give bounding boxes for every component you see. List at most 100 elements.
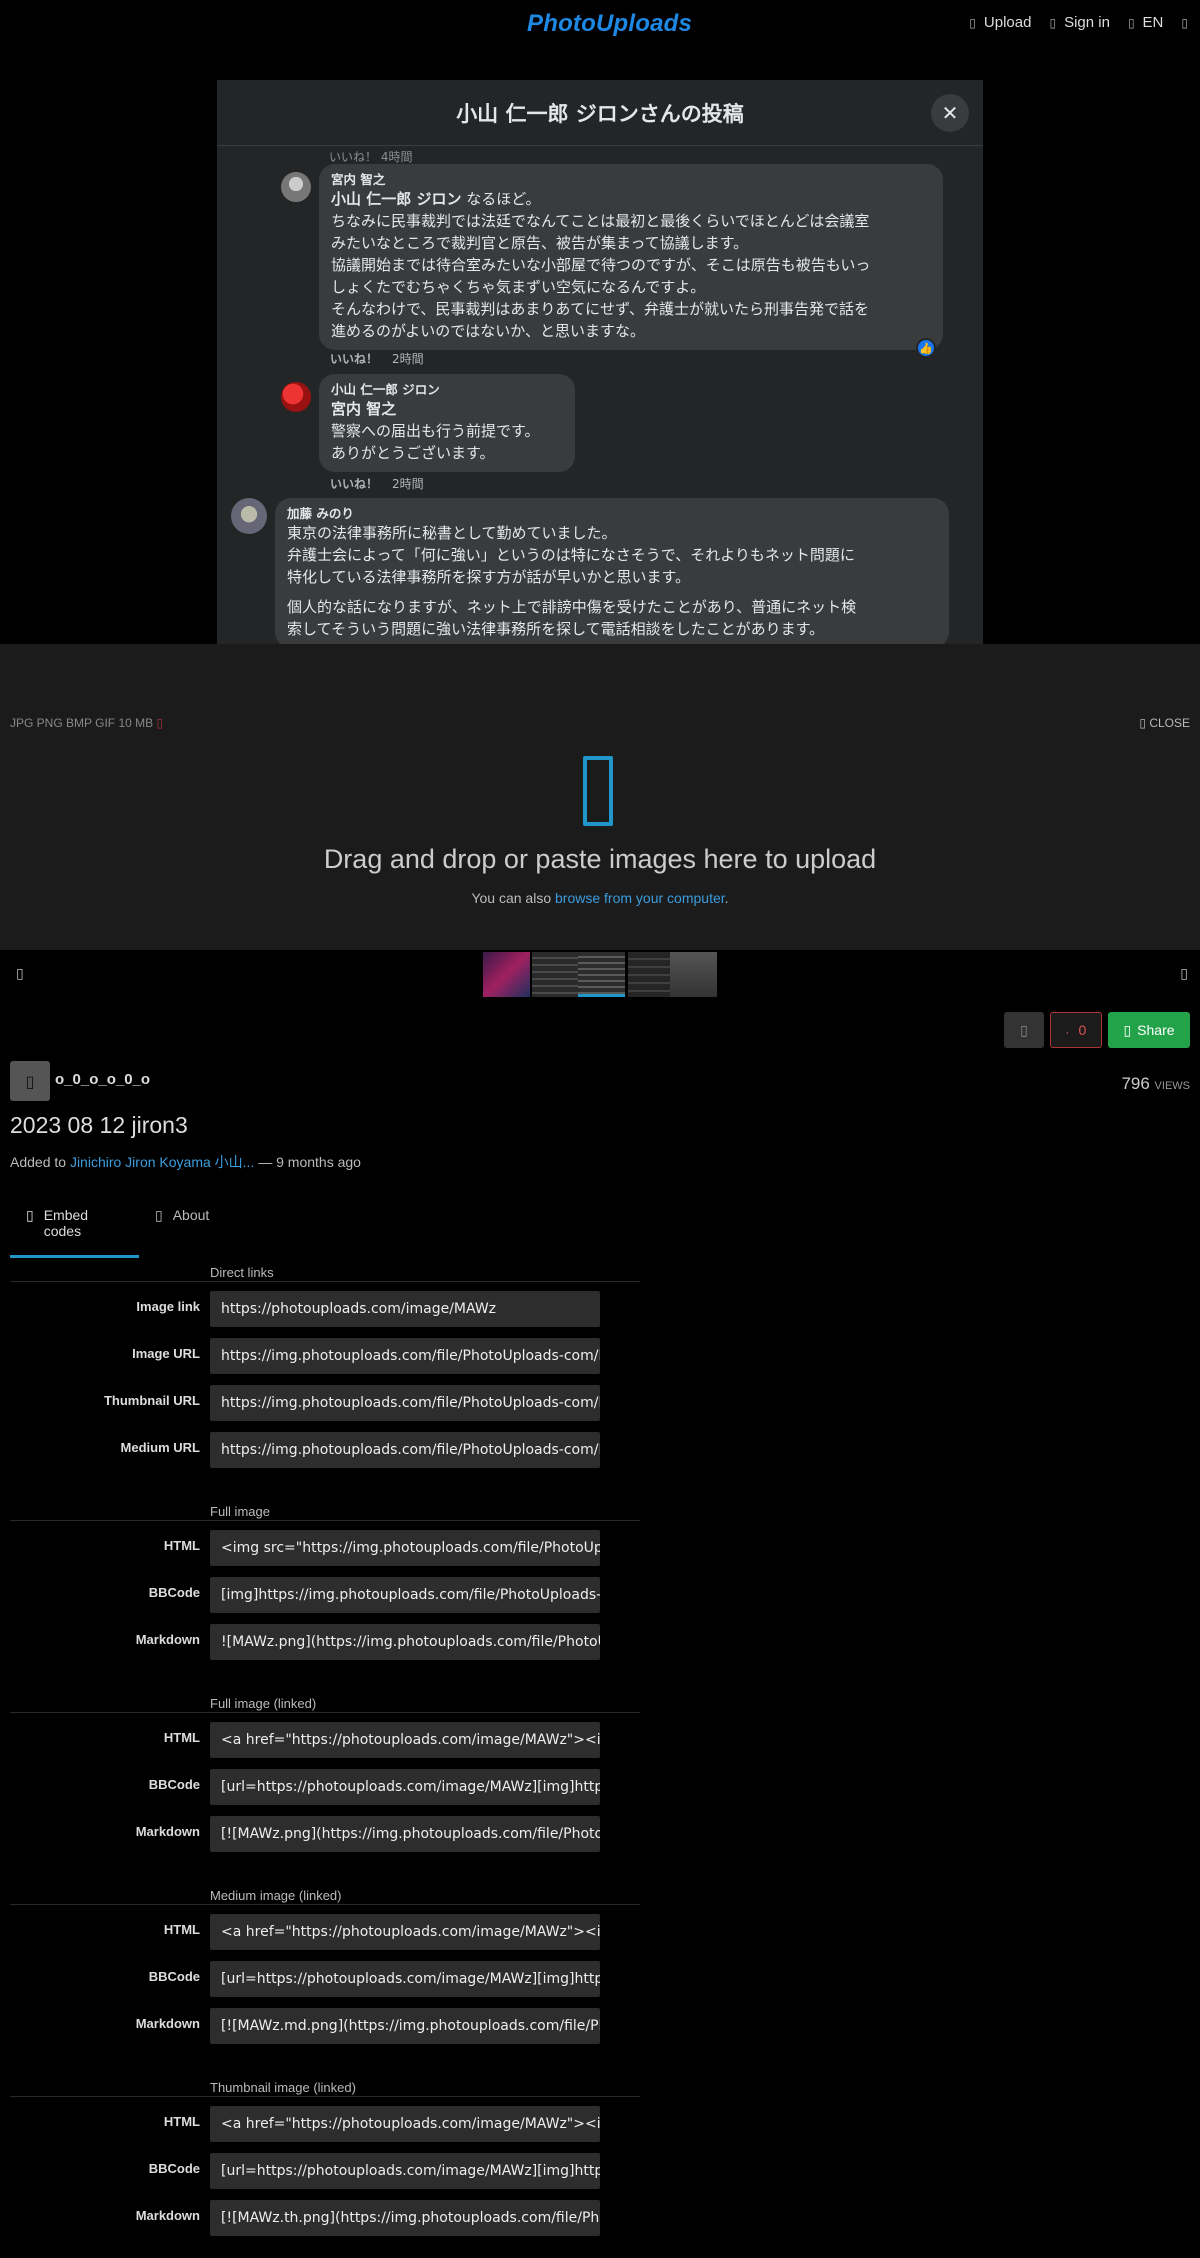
upload-cloud-icon — [583, 756, 613, 826]
thumbnail[interactable] — [670, 952, 717, 997]
post-title: 小山 仁一郎 ジロンさんの投稿 — [456, 101, 744, 126]
download-button[interactable]: ▯ — [1004, 1012, 1044, 1048]
section-title: Full image (linked) — [210, 1696, 317, 1711]
upload-link[interactable]: ▯ Upload — [969, 14, 1031, 31]
html-code-field[interactable]: <a href="https://photouploads.com/image/… — [210, 1914, 600, 1950]
post-header: 小山 仁一郎 ジロンさんの投稿 ✕ — [217, 80, 983, 146]
thumbs-up-icon: 👍 — [916, 338, 936, 358]
comment-bubble: 宮内 智之 小山 仁一郎 ジロン なるほど。 ちなみに民事裁判では法廷でなんてこ… — [319, 164, 943, 350]
language-icon: ▯ — [1127, 15, 1135, 30]
download-icon: ▯ — [1020, 1021, 1028, 1038]
field-label: Markdown — [135, 1632, 200, 1647]
thumbnail[interactable] — [628, 952, 675, 997]
markdown-field[interactable]: ![MAWz.png](https://img.photouploads.com… — [210, 1624, 600, 1660]
field-label: Markdown — [135, 2016, 200, 2031]
field-label: Markdown — [135, 1824, 200, 1839]
comment-author: 小山 仁一郎 ジロン — [331, 382, 440, 397]
comment-meta: いいね！ 2時間 — [330, 350, 424, 367]
field-label: HTML — [163, 2114, 200, 2129]
user-icon: ▯ — [25, 1071, 35, 1091]
image-title: 2023 08 12 jiron3 — [10, 1112, 188, 1138]
upload-icon: ▯ — [969, 15, 976, 30]
medium-url-field[interactable]: https://img.photouploads.com/file/PhotoU… — [210, 1432, 600, 1468]
comment-meta: いいね！ 2時間 — [330, 475, 424, 492]
next-arrow-icon[interactable]: ▯ — [1180, 966, 1188, 982]
close-icon: ✕ — [931, 94, 969, 132]
comment-text: なるほど。 — [461, 190, 541, 208]
field-label: Image link — [136, 1299, 200, 1314]
tab-about[interactable]: ▯ About — [139, 1200, 225, 1258]
site-logo[interactable]: PhotoUploads — [527, 10, 692, 38]
like-button[interactable]: ,0 — [1050, 1012, 1102, 1048]
owner-name[interactable]: o_0_o_o_0_o — [55, 1071, 150, 1088]
comment-bubble: 加藤 みのり 東京の法律事務所に秘書として勤めていました。 弁護士会によって「何… — [275, 498, 949, 644]
section-title: Thumbnail image (linked) — [210, 2080, 356, 2095]
comment-line: みたいなところで裁判官と原告、被告が集まって協議します。 — [331, 234, 749, 252]
views-count: 796 — [1121, 1074, 1150, 1093]
field-label: HTML — [163, 1730, 200, 1745]
html-code-field[interactable]: <a href="https://photouploads.com/image/… — [210, 2106, 600, 2142]
markdown-field[interactable]: [![MAWz.png](https://img.photouploads.co… — [210, 1816, 600, 1852]
album-link[interactable]: Jinichiro Jiron Koyama 小山... — [70, 1154, 254, 1170]
upload-subtitle: You can also browse from your computer. — [0, 890, 1200, 906]
tab-bar: ▯ Embed codes ▯ About — [10, 1200, 225, 1258]
avatar — [281, 172, 311, 202]
signin-link[interactable]: ▯ Sign in — [1049, 14, 1109, 31]
upload-dropzone-title[interactable]: Drag and drop or paste images here to up… — [0, 844, 1200, 875]
markdown-field[interactable]: [![MAWz.th.png](https://img.photouploads… — [210, 2200, 600, 2236]
bbcode-field[interactable]: [img]https://img.photouploads.com/file/P… — [210, 1577, 600, 1613]
close-small-icon: ▯ — [1139, 716, 1150, 730]
avatar — [281, 382, 311, 412]
tab-label: Embed codes — [43, 1207, 89, 1239]
tab-embed-codes[interactable]: ▯ Embed codes — [10, 1200, 139, 1258]
language-selector[interactable]: ▯ EN — [1128, 14, 1163, 31]
section-divider — [10, 1520, 640, 1521]
field-label: Medium URL — [120, 1440, 200, 1455]
sub-prefix: You can also — [471, 890, 556, 906]
prev-arrow-icon[interactable]: ▯ — [16, 966, 24, 982]
bbcode-field[interactable]: [url=https://photouploads.com/image/MAWz… — [210, 1769, 600, 1805]
formats-text: JPG PNG BMP GIF 10 MB — [10, 716, 154, 730]
top-nav: ▯ Upload ▯ Sign in ▯ EN ▯ — [969, 14, 1188, 31]
added-prefix: Added to — [10, 1154, 70, 1170]
thumbnail-url-field[interactable]: https://img.photouploads.com/file/PhotoU… — [210, 1385, 600, 1421]
comment-line: ありがとうございます。 — [331, 444, 495, 462]
thumbnail-active[interactable] — [578, 952, 625, 997]
html-code-field[interactable]: <img src="https://img.photouploads.com/f… — [210, 1530, 600, 1566]
thumbnail[interactable] — [532, 952, 579, 997]
added-suffix: — 9 months ago — [254, 1154, 361, 1170]
section-title: Full image — [210, 1504, 270, 1519]
section-divider — [10, 2096, 640, 2097]
menu-button[interactable]: ▯ — [1181, 14, 1188, 31]
like-link: いいね！ — [330, 477, 379, 491]
share-icon: ▯ — [1123, 1021, 1132, 1038]
browse-link[interactable]: browse from your computer — [555, 890, 725, 906]
section-title: Direct links — [210, 1265, 274, 1280]
bbcode-field[interactable]: [url=https://photouploads.com/image/MAWz… — [210, 2153, 600, 2189]
viewed-image: 小山 仁一郎 ジロンさんの投稿 ✕ いいね！ 4時間 宮内 智之 小山 仁一郎 … — [217, 80, 983, 644]
comment-author: 宮内 智之 — [331, 172, 386, 187]
faded-meta: いいね！ 4時間 — [329, 150, 413, 164]
field-label: Thumbnail URL — [103, 1393, 200, 1408]
comment: 加藤 みのり 東京の法律事務所に秘書として勤めていました。 弁護士会によって「何… — [231, 498, 949, 644]
upload-close-button[interactable]: ▯ CLOSE — [1139, 716, 1190, 730]
comment-line: 協議開始までは待合室みたいな小部屋で待つのですが、そこは原告も被告もいっ — [331, 256, 871, 274]
field-label: BBCode — [148, 1969, 200, 1984]
image-link-field[interactable]: https://photouploads.com/image/MAWz — [210, 1291, 600, 1327]
section-title: Medium image (linked) — [210, 1888, 342, 1903]
image-viewer: 小山 仁一郎 ジロンさんの投稿 ✕ いいね！ 4時間 宮内 智之 小山 仁一郎 … — [0, 50, 1200, 644]
image-url-field[interactable]: https://img.photouploads.com/file/PhotoU… — [210, 1338, 600, 1374]
bbcode-field[interactable]: [url=https://photouploads.com/image/MAWz… — [210, 1961, 600, 1997]
like-count: 0 — [1078, 1022, 1087, 1038]
owner-avatar[interactable]: ▯ — [10, 1061, 50, 1101]
comment-line: 弁護士会によって「何に強い」というのは特になさそうで、それよりもネット問題に — [287, 546, 855, 564]
section-divider — [10, 1712, 640, 1713]
field-label: BBCode — [148, 2161, 200, 2176]
html-code-field[interactable]: <a href="https://photouploads.com/image/… — [210, 1722, 600, 1758]
comment-line: 東京の法律事務所に秘書として勤めていました。 — [287, 524, 617, 542]
share-button[interactable]: ▯ Share — [1108, 1012, 1190, 1048]
markdown-field[interactable]: [![MAWz.md.png](https://img.photouploads… — [210, 2008, 600, 2044]
thumbnail[interactable] — [483, 952, 530, 997]
field-label: Image URL — [132, 1346, 200, 1361]
